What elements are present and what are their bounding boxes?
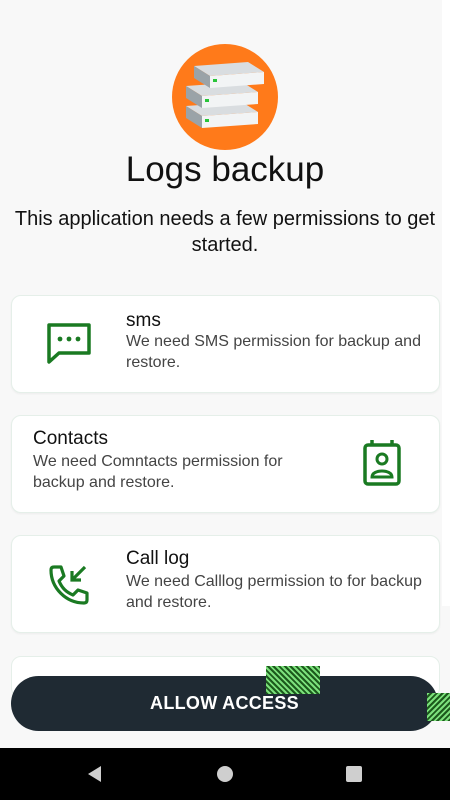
recents-icon[interactable] (342, 762, 366, 786)
page-subtitle: This application needs a few permissions… (14, 208, 436, 256)
permission-card-sms[interactable]: sms We need SMS permission for backup an… (11, 295, 440, 393)
sms-icon (46, 322, 92, 369)
page-title: Logs backup (125, 150, 325, 189)
permission-title: Call log (126, 548, 190, 569)
permission-card-contacts[interactable]: Contacts We need Comntacts permission fo… (11, 415, 440, 513)
permission-card-call-log[interactable]: Call log We need Calllog permission to f… (11, 535, 440, 633)
scrollbar-track[interactable] (442, 0, 450, 606)
render-artifact (427, 693, 450, 721)
app-logo (172, 44, 278, 150)
render-artifact (266, 666, 320, 694)
contact-card-icon (361, 438, 403, 493)
server-stack-icon (186, 62, 264, 128)
home-icon[interactable] (213, 762, 237, 786)
permission-title: sms (126, 310, 161, 331)
permission-description: We need Calllog permission to for backup… (126, 573, 422, 611)
permission-description: We need Comntacts permission for backup … (33, 453, 283, 491)
permission-description: We need SMS permission for backup and re… (126, 333, 421, 371)
system-navigation-bar (0, 748, 450, 800)
back-icon[interactable] (83, 762, 107, 786)
allow-access-button[interactable]: ALLOW ACCESS (11, 676, 438, 731)
permission-title: Contacts (33, 428, 108, 449)
call-log-icon (48, 562, 92, 611)
